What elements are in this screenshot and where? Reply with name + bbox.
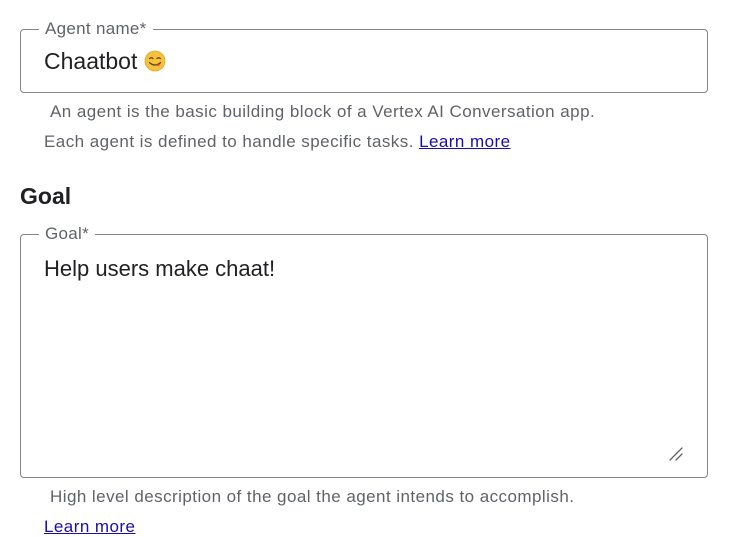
agent-name-hint-line2: Each agent is defined to handle specific… <box>44 132 414 151</box>
goal-textarea[interactable]: Help users make chaat! <box>44 256 275 282</box>
goal-learn-more-row: Learn more <box>44 517 135 537</box>
agent-learn-more-link[interactable]: Learn more <box>419 132 510 151</box>
goal-learn-more-link[interactable]: Learn more <box>44 517 135 536</box>
face-savoring-food-emoji-icon <box>144 50 166 72</box>
agent-name-label: Agent name* <box>39 19 153 39</box>
goal-hint: High level description of the goal the a… <box>50 487 575 506</box>
agent-name-input[interactable]: Chaatbot <box>44 47 166 75</box>
agent-name-hint-line1: An agent is the basic building block of … <box>50 102 596 121</box>
resize-handle-icon[interactable] <box>667 445 685 463</box>
goal-field[interactable]: Goal* Help users make chaat! <box>20 224 708 478</box>
goal-section-title: Goal <box>20 183 72 209</box>
goal-label: Goal* <box>39 224 96 244</box>
agent-name-value: Chaatbot <box>44 48 138 74</box>
agent-name-hint-line2-row: Each agent is defined to handle specific… <box>44 132 511 152</box>
agent-name-field[interactable]: Agent name* Chaatbot <box>20 19 708 93</box>
